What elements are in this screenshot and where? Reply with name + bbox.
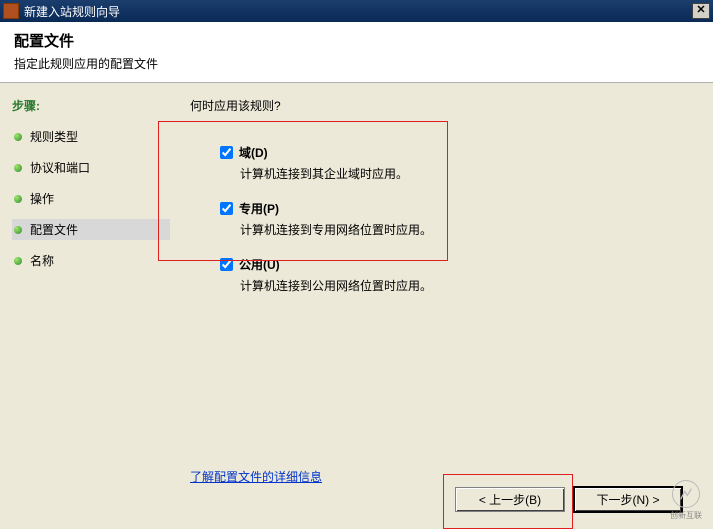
watermark-text: 创新互联	[670, 510, 702, 521]
back-button[interactable]: < 上一步(B)	[455, 487, 565, 512]
public-checkbox[interactable]	[220, 258, 233, 271]
footer: < 上一步(B) 下一步(N) >	[0, 474, 713, 524]
step-rule-type[interactable]: 规则类型	[12, 126, 170, 147]
step-label: 规则类型	[30, 128, 78, 145]
option-label: 专用(P)	[239, 200, 279, 217]
watermark: 创新互联	[663, 477, 709, 523]
step-profile[interactable]: 配置文件	[12, 219, 170, 240]
content-prompt: 何时应用该规则?	[190, 97, 701, 114]
watermark-icon	[672, 480, 700, 508]
banner: 配置文件 指定此规则应用的配置文件	[0, 22, 713, 83]
bullet-icon	[14, 195, 22, 203]
profile-option-private: 专用(P) 计算机连接到专用网络位置时应用。	[190, 200, 701, 238]
annotation-highlight-profiles	[158, 121, 448, 261]
step-label: 配置文件	[30, 221, 78, 238]
option-desc: 计算机连接到专用网络位置时应用。	[220, 221, 701, 238]
sidebar: 步骤: 规则类型 协议和端口 操作 配置文件 名称	[0, 83, 170, 503]
step-label: 操作	[30, 190, 54, 207]
profile-option-public: 公用(U) 计算机连接到公用网络位置时应用。	[190, 256, 701, 294]
steps-heading: 步骤:	[12, 97, 170, 114]
titlebar: 新建入站规则向导 ✕	[0, 0, 713, 22]
option-desc: 计算机连接到公用网络位置时应用。	[220, 277, 701, 294]
close-button[interactable]: ✕	[692, 3, 710, 19]
bullet-icon	[14, 164, 22, 172]
app-icon	[3, 3, 19, 19]
step-label: 名称	[30, 252, 54, 269]
bullet-icon	[14, 133, 22, 141]
private-checkbox[interactable]	[220, 202, 233, 215]
option-desc: 计算机连接到其企业域时应用。	[220, 165, 701, 182]
profile-option-domain: 域(D) 计算机连接到其企业域时应用。	[190, 144, 701, 182]
window-title: 新建入站规则向导	[24, 3, 692, 20]
step-label: 协议和端口	[30, 159, 90, 176]
public-checkbox-label[interactable]: 公用(U)	[220, 256, 701, 273]
page-subtitle: 指定此规则应用的配置文件	[14, 55, 699, 72]
domain-checkbox-label[interactable]: 域(D)	[220, 144, 701, 161]
content-pane: 何时应用该规则? 域(D) 计算机连接到其企业域时应用。 专用(P) 计算机连接…	[170, 83, 713, 503]
option-label: 域(D)	[239, 144, 268, 161]
option-label: 公用(U)	[239, 256, 280, 273]
domain-checkbox[interactable]	[220, 146, 233, 159]
bullet-icon	[14, 226, 22, 234]
step-action[interactable]: 操作	[12, 188, 170, 209]
step-protocol-port[interactable]: 协议和端口	[12, 157, 170, 178]
page-title: 配置文件	[14, 30, 699, 51]
step-name[interactable]: 名称	[12, 250, 170, 271]
private-checkbox-label[interactable]: 专用(P)	[220, 200, 701, 217]
bullet-icon	[14, 257, 22, 265]
